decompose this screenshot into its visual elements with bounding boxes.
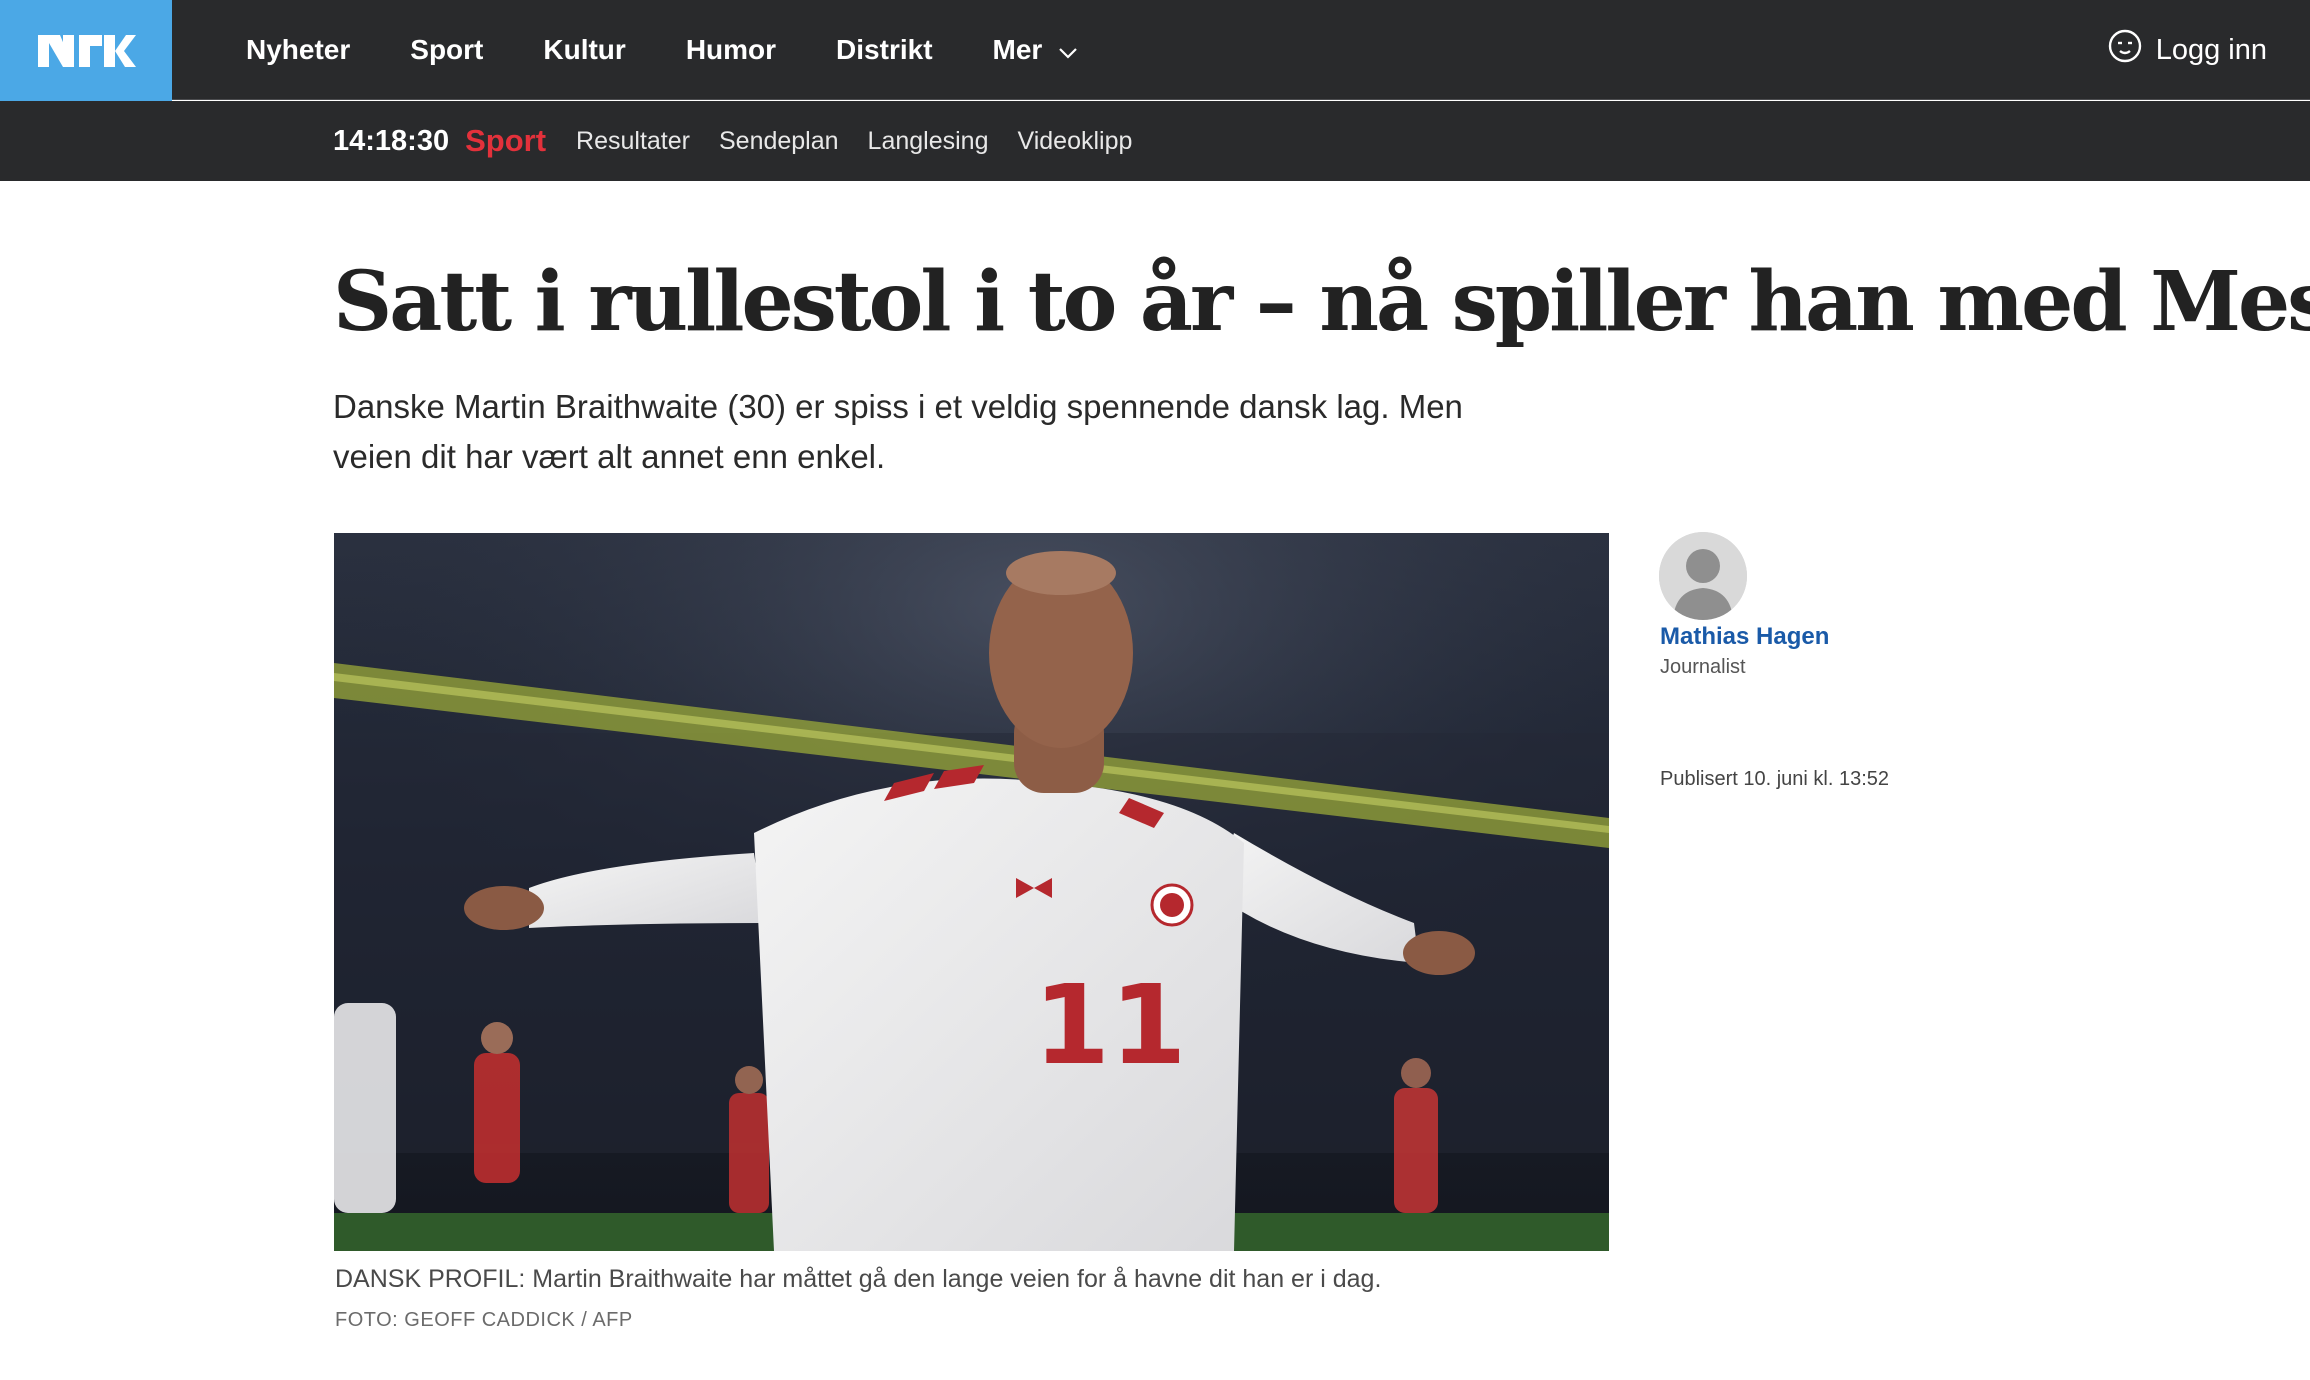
- subnav-link-resultater[interactable]: Resultater: [576, 127, 690, 156]
- nav-item-distrikt[interactable]: Distrikt: [836, 34, 932, 66]
- subnav-link-sendeplan[interactable]: Sendeplan: [719, 127, 839, 156]
- nav-item-nyheter[interactable]: Nyheter: [246, 34, 350, 66]
- nav-item-kultur[interactable]: Kultur: [543, 34, 625, 66]
- article-lead: Danske Martin Braithwaite (30) er spiss …: [333, 388, 1463, 475]
- user-silhouette-icon: [1659, 532, 1747, 620]
- section-subnav-bar: 14:18:30 Sport Resultater Sendeplan Lang…: [0, 101, 2310, 181]
- nav-item-sport[interactable]: Sport: [410, 34, 483, 66]
- top-navigation-bar: Nyheter Sport Kultur Humor Distrikt Mer …: [0, 0, 2310, 101]
- main-navigation: Nyheter Sport Kultur Humor Distrikt Mer: [246, 0, 1138, 100]
- user-face-icon: [2108, 29, 2142, 71]
- nrk-logo-mark: [38, 34, 136, 67]
- section-title-sport[interactable]: Sport: [465, 123, 546, 159]
- nav-item-humor[interactable]: Humor: [686, 34, 776, 66]
- author-avatar[interactable]: [1659, 532, 1747, 620]
- football-player-photo: 11: [334, 533, 1609, 1251]
- author-role: Journalist: [1660, 656, 1746, 678]
- nrk-logo[interactable]: [0, 0, 172, 101]
- author-name-link[interactable]: Mathias Hagen: [1660, 623, 1829, 651]
- published-date: Publisert 10. juni kl. 13:52: [1660, 768, 1890, 790]
- article-headline: Satt i rullestol i to år – nå spiller ha…: [333, 254, 2310, 350]
- article-hero-image[interactable]: 11: [334, 533, 1609, 1251]
- login-label: Logg inn: [2155, 33, 2267, 66]
- subnav-link-videoklipp[interactable]: Videoklipp: [1017, 127, 1132, 156]
- image-credit: FOTO: GEOFF CADDICK / AFP: [335, 1309, 633, 1331]
- nav-item-mer-label: Mer: [992, 34, 1043, 65]
- live-clock: 14:18:30: [333, 124, 450, 157]
- jersey-number: 11: [1033, 961, 1186, 1089]
- nav-item-mer[interactable]: Mer: [993, 34, 1079, 66]
- subnav-link-langlesing[interactable]: Langlesing: [868, 127, 989, 156]
- chevron-down-icon: [1058, 34, 1078, 66]
- login-button[interactable]: Logg inn: [2108, 0, 2267, 100]
- image-caption: DANSK PROFIL: Martin Braithwaite har måt…: [335, 1265, 1382, 1293]
